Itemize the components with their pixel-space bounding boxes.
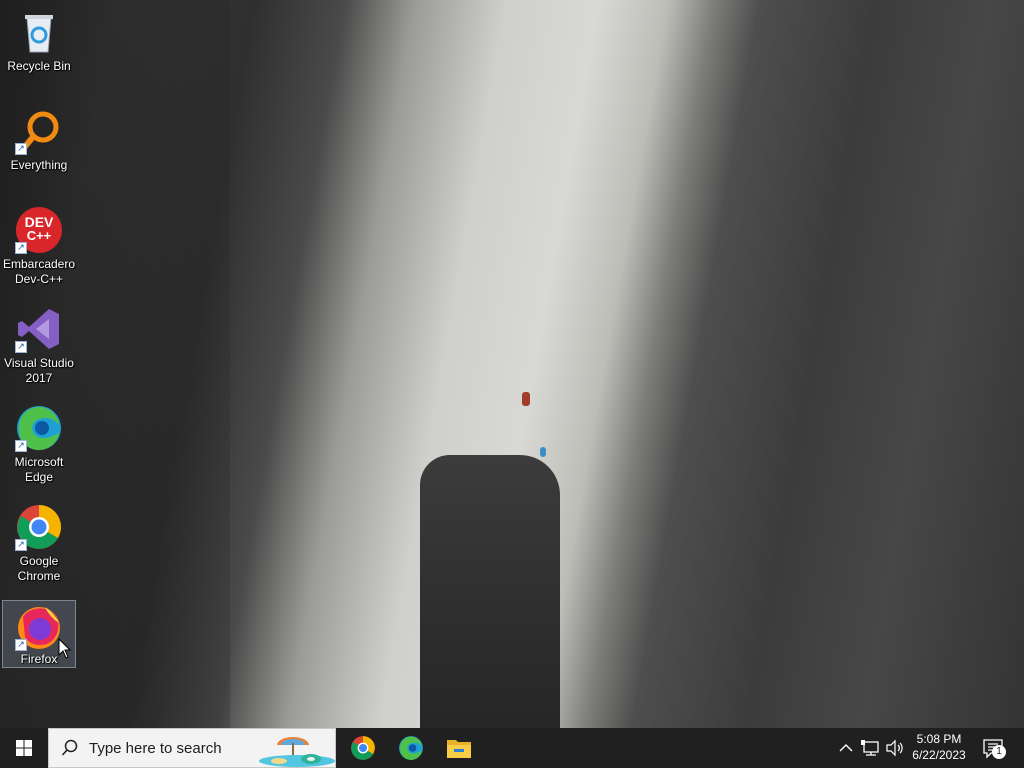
shortcut-arrow-icon: ↗ bbox=[15, 539, 27, 551]
desktop-icon-recycle-bin[interactable]: Recycle Bin bbox=[2, 2, 76, 98]
notification-count-badge: 1 bbox=[992, 745, 1006, 759]
start-button[interactable] bbox=[0, 728, 48, 768]
taskbar-app-edge[interactable] bbox=[387, 728, 435, 768]
show-hidden-icons-button[interactable] bbox=[836, 738, 856, 758]
speaker-icon bbox=[886, 739, 903, 757]
desktop-icon-label: Visual Studio 2017 bbox=[4, 356, 74, 385]
desktop-icon-microsoft-edge[interactable]: ↗ Microsoft Edge bbox=[2, 398, 76, 496]
shortcut-arrow-icon: ↗ bbox=[15, 143, 27, 155]
network-button[interactable] bbox=[860, 738, 882, 758]
search-icon bbox=[61, 739, 78, 756]
desktop-wallpaper[interactable]: Recycle Bin ↗ Everything DEV C++ ↗ Embar… bbox=[0, 0, 1024, 728]
volume-button[interactable] bbox=[884, 738, 906, 758]
desktop-icon-label: Embarcadero Dev-C++ bbox=[2, 257, 76, 286]
chevron-up-icon bbox=[839, 744, 853, 752]
edge-icon: ↗ bbox=[15, 404, 63, 452]
search-highlight-icon bbox=[257, 731, 335, 767]
desktop-icon-label: Everything bbox=[10, 158, 68, 172]
taskbar: Type here to search 5:08 PM 6/22/2023 1 bbox=[0, 728, 1024, 768]
shortcut-arrow-icon: ↗ bbox=[15, 242, 27, 254]
desktop-icon-label: Google Chrome bbox=[17, 554, 61, 583]
wallpaper-climber bbox=[540, 447, 546, 457]
taskbar-app-chrome[interactable] bbox=[339, 728, 387, 768]
everything-search-icon: ↗ bbox=[15, 107, 63, 155]
network-icon bbox=[861, 740, 879, 756]
wallpaper-rock-outcrop bbox=[420, 455, 560, 728]
devcpp-badge-text: C++ bbox=[26, 228, 52, 243]
taskbar-app-file-explorer[interactable] bbox=[435, 728, 483, 768]
mouse-cursor-icon bbox=[58, 637, 72, 660]
shortcut-arrow-icon: ↗ bbox=[15, 341, 27, 353]
desktop-icon-everything[interactable]: ↗ Everything bbox=[2, 101, 76, 197]
devcpp-icon: DEV C++ ↗ bbox=[15, 206, 63, 254]
desktop-icon-label: Microsoft Edge bbox=[14, 455, 64, 484]
desktop-icon-visual-studio[interactable]: ↗ Visual Studio 2017 bbox=[2, 299, 76, 397]
action-center-button[interactable]: 1 bbox=[976, 728, 1024, 768]
clock-date: 6/22/2023 bbox=[912, 748, 966, 762]
chrome-icon: ↗ bbox=[15, 503, 63, 551]
visual-studio-icon: ↗ bbox=[15, 305, 63, 353]
shortcut-arrow-icon: ↗ bbox=[15, 639, 27, 651]
desktop-icon-google-chrome[interactable]: ↗ Google Chrome bbox=[2, 497, 76, 595]
file-explorer-icon bbox=[447, 740, 471, 758]
wallpaper-climber bbox=[522, 392, 530, 406]
chrome-icon bbox=[351, 736, 375, 760]
clock-time: 5:08 PM bbox=[916, 732, 962, 746]
search-placeholder: Type here to search bbox=[89, 740, 222, 757]
taskbar-clock[interactable]: 5:08 PM 6/22/2023 bbox=[906, 731, 972, 765]
taskbar-search-box[interactable]: Type here to search bbox=[48, 728, 336, 768]
windows-logo-icon bbox=[16, 740, 32, 756]
desktop-icon-label: Recycle Bin bbox=[7, 59, 71, 73]
firefox-icon: ↗ bbox=[15, 603, 63, 651]
edge-icon bbox=[399, 736, 423, 760]
recycle-bin-icon bbox=[15, 8, 63, 56]
shortcut-arrow-icon: ↗ bbox=[15, 440, 27, 452]
desktop-icon-devcpp[interactable]: DEV C++ ↗ Embarcadero Dev-C++ bbox=[2, 200, 76, 298]
devcpp-badge-text: DEV bbox=[24, 214, 54, 230]
